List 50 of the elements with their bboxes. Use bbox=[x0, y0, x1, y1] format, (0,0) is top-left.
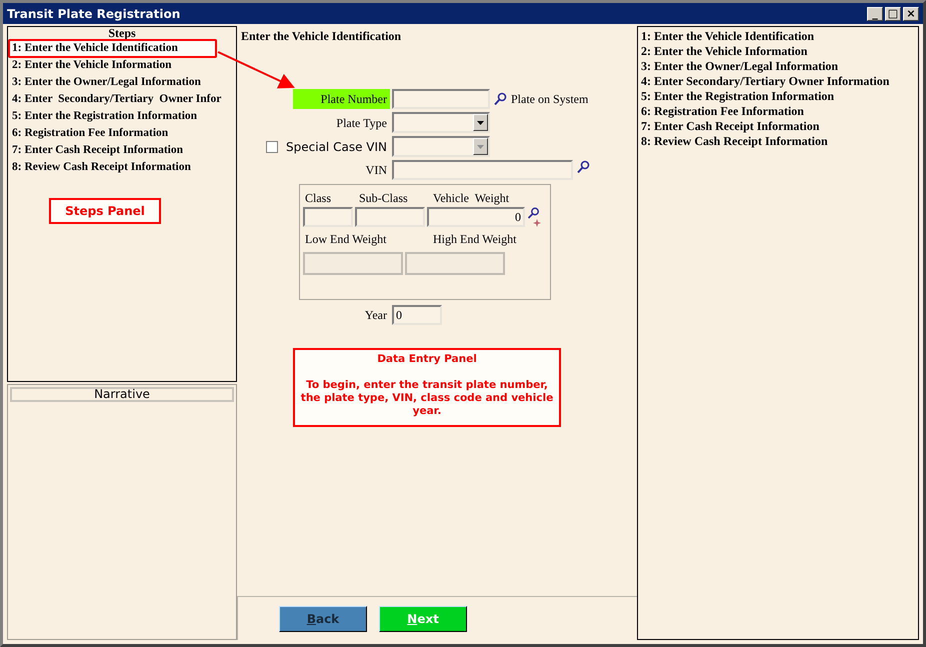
sub-class-field[interactable] bbox=[355, 207, 425, 227]
steps-title: Steps bbox=[107, 27, 137, 40]
step-item[interactable]: 3: Enter the Owner/Legal Information bbox=[8, 73, 236, 92]
callout-text: To begin, enter the transit plate number, the plate type, VIN, class code and vehicle year. bbox=[300, 379, 554, 418]
step-item[interactable]: 2: Enter the Vehicle Information bbox=[8, 56, 236, 75]
plate-number-field[interactable] bbox=[392, 89, 490, 109]
search-sparkle-icon[interactable] bbox=[527, 207, 541, 227]
callout-label: Steps Panel bbox=[49, 198, 161, 224]
summary-item: 6: Registration Fee Information bbox=[641, 104, 805, 119]
step-item[interactable]: 1: Enter the Vehicle Identification bbox=[8, 39, 217, 58]
step-item[interactable]: 8: Review Cash Receipt Information bbox=[8, 158, 236, 177]
summary-item: 7: Enter Cash Receipt Information bbox=[641, 119, 820, 134]
narrative-header: Narrative bbox=[10, 387, 234, 402]
field-label: Class bbox=[304, 190, 332, 207]
minimize-button[interactable]: _ bbox=[867, 6, 883, 20]
class-field[interactable] bbox=[303, 207, 353, 227]
summary-item: 1: Enter the Vehicle Identification bbox=[641, 29, 816, 44]
step-item[interactable]: 6: Registration Fee Information bbox=[8, 124, 236, 143]
summary-item: 3: Enter the Owner/Legal Information bbox=[641, 59, 840, 74]
summary-item: 4: Enter Secondary/Tertiary Owner Information bbox=[641, 74, 890, 89]
section-heading: Enter the Vehicle Identification bbox=[240, 28, 402, 45]
search-icon[interactable] bbox=[494, 92, 507, 106]
summary-item: 2: Enter the Vehicle Information bbox=[641, 44, 808, 59]
field-label: Vehicle Weight bbox=[432, 190, 510, 207]
field-label: Plate Number bbox=[293, 89, 390, 109]
field-label: Sub-Class bbox=[358, 190, 409, 207]
callout-title: Data Entry Panel bbox=[376, 353, 478, 366]
search-icon[interactable] bbox=[577, 160, 590, 174]
summary-item: 8: Review Cash Receipt Information bbox=[641, 134, 829, 149]
field-label: High End Weight bbox=[432, 231, 518, 248]
step-item[interactable]: 4: Enter Secondary/Tertiary Owner Infor bbox=[8, 90, 236, 109]
field-label: Year bbox=[364, 307, 388, 324]
back-button[interactable]: Back bbox=[279, 606, 367, 632]
year-field[interactable]: 0 bbox=[392, 305, 442, 325]
maximize-button[interactable]: □ bbox=[885, 6, 901, 20]
window-title: Transit Plate Registration bbox=[7, 6, 180, 20]
vin-field[interactable] bbox=[392, 160, 573, 180]
summary-item: 5: Enter the Registration Information bbox=[641, 89, 836, 104]
close-button[interactable]: × bbox=[903, 6, 919, 20]
status-text: Plate on System bbox=[511, 92, 588, 106]
caret-icon bbox=[477, 144, 484, 148]
step-item[interactable]: 5: Enter the Registration Information bbox=[8, 107, 236, 126]
plate-type-dropdown[interactable] bbox=[392, 112, 490, 133]
checkbox-label: Special Case VIN bbox=[286, 140, 387, 154]
field-label: Plate Type bbox=[336, 114, 388, 132]
caret-icon bbox=[477, 120, 484, 124]
field-label: Low End Weight bbox=[304, 231, 388, 248]
field-label: VIN bbox=[366, 162, 388, 179]
vehicle-weight-field[interactable]: 0 bbox=[427, 207, 525, 227]
step-item[interactable]: 7: Enter Cash Receipt Information bbox=[8, 141, 236, 160]
